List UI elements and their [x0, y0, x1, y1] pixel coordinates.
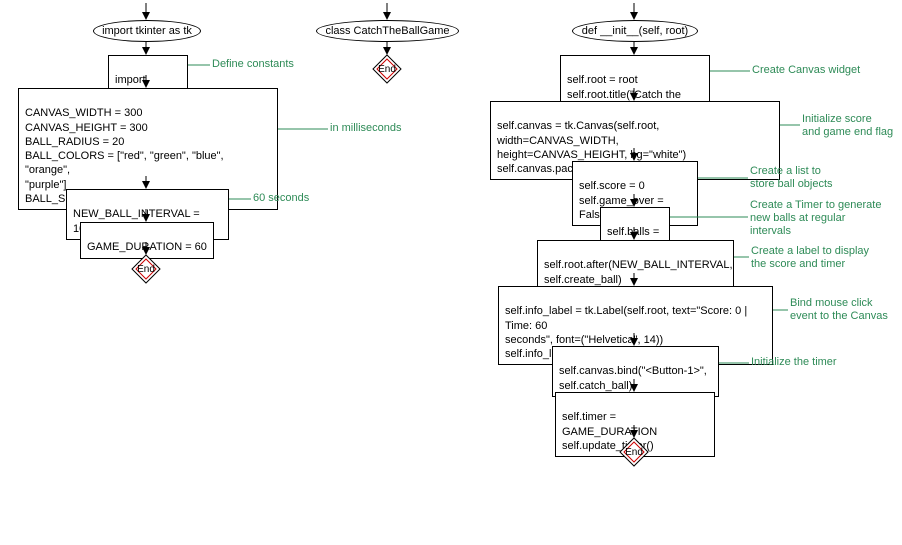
col2-start-text: class CatchTheBallGame: [325, 25, 449, 37]
col1-a2: in milliseconds: [330, 122, 402, 135]
col3-a1: Create Canvas widget: [752, 64, 860, 77]
col1-n4: GAME_DURATION = 60: [80, 222, 214, 259]
col1-n4-text: GAME_DURATION = 60: [87, 241, 207, 253]
col3-a5: Create a label to display the score and …: [751, 245, 869, 271]
col3-start: def __init__(self, root): [572, 20, 698, 42]
col1-end-text: End: [137, 264, 155, 275]
col1-start: import tkinter as tk: [93, 20, 201, 42]
col3-a3: Create a list to store ball objects: [750, 165, 833, 191]
col3-n5-text: self.root.after(NEW_BALL_INTERVAL, self.…: [544, 259, 733, 285]
col1-a3: 60 seconds: [253, 192, 309, 205]
col3-n7: self.canvas.bind("<Button-1>", self.catc…: [552, 346, 719, 397]
col1-a1: Define constants: [212, 58, 294, 71]
col3-end-text: End: [625, 447, 643, 458]
col2-end: End: [373, 55, 401, 83]
col1-end: End: [132, 255, 160, 283]
col3-n7-text: self.canvas.bind("<Button-1>", self.catc…: [559, 365, 707, 391]
col3-start-text: def __init__(self, root): [582, 25, 688, 37]
col3-a4: Create a Timer to generate new balls at …: [750, 199, 881, 239]
col2-start: class CatchTheBallGame: [316, 20, 459, 42]
col3-a7: Initialize the timer: [751, 356, 837, 369]
col3-a2: Initialize score and game end flag: [802, 113, 893, 139]
col3-n5: self.root.after(NEW_BALL_INTERVAL, self.…: [537, 240, 734, 291]
col3-a6: Bind mouse click event to the Canvas: [790, 297, 888, 323]
col1-start-text: import tkinter as tk: [102, 25, 192, 37]
col3-end: End: [620, 438, 648, 466]
col2-end-text: End: [378, 64, 396, 75]
